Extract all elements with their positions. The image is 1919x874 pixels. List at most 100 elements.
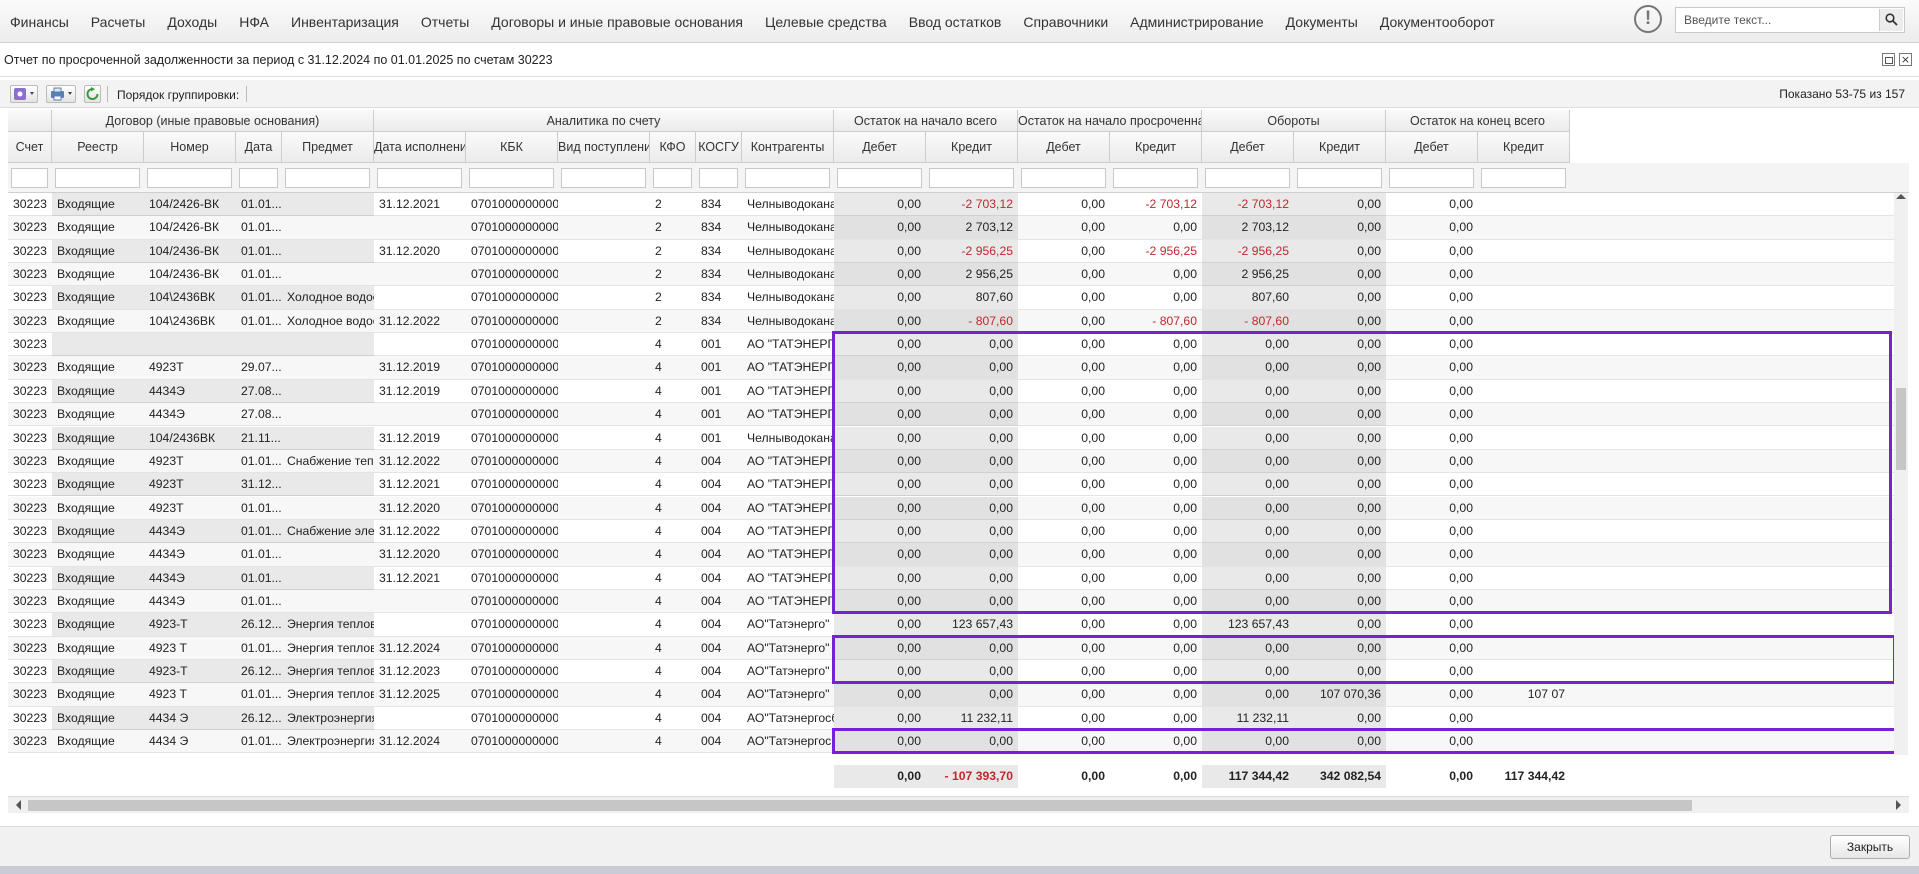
column-filter-input[interactable] xyxy=(1389,168,1474,188)
table-cell xyxy=(374,403,466,426)
column-filter-input[interactable] xyxy=(55,168,140,188)
table-cell: 0,00 xyxy=(1173,617,1197,632)
table-cell: 30223 xyxy=(13,640,47,655)
column-filter-input[interactable] xyxy=(561,168,646,188)
close-button[interactable]: Закрыть xyxy=(1830,835,1910,859)
table-row[interactable]: 30223 Входящие 4434 Э 01.01... Электроэнерги… xyxy=(8,730,1894,754)
print-menu-button[interactable] xyxy=(46,85,76,103)
column-group-header: Обороты xyxy=(1202,110,1386,132)
table-row[interactable]: 30223 Входящие 104/2436ВК 21.11... 31.12.201… xyxy=(8,426,1894,450)
table-cell: 104/2436-ВК xyxy=(144,239,236,263)
horizontal-scrollbar[interactable] xyxy=(8,796,1909,813)
table-row[interactable]: 30223 Входящие 4923Т 01.01... 31.12.2020 0701… xyxy=(8,496,1894,520)
table-row[interactable]: 30223 Входящие 4923Т 29.07... 31.12.2019 0701… xyxy=(8,356,1894,380)
column-filter-input[interactable] xyxy=(1297,168,1382,188)
menu-item[interactable]: Целевые средства xyxy=(765,14,887,30)
vertical-scrollbar[interactable] xyxy=(1894,193,1908,755)
column-filter-input[interactable] xyxy=(653,168,692,188)
column-filter-input[interactable] xyxy=(11,168,48,188)
table-cell: 104\2436ВК xyxy=(144,286,236,310)
menu-item[interactable]: Инвентаризация xyxy=(291,14,399,30)
table-row[interactable]: 302230701000000000...4001АО "ТАТЭНЕРГО"0… xyxy=(8,333,1894,357)
menu-item[interactable]: Документооборот xyxy=(1380,14,1495,30)
table-row[interactable]: 30223 Входящие 4434Э 01.01... 31.12.2021 0701… xyxy=(8,566,1894,590)
table-cell: 01.01... xyxy=(236,193,282,216)
restore-window-button[interactable] xyxy=(1882,53,1895,66)
table-cell xyxy=(558,497,650,520)
column-filter-input[interactable] xyxy=(745,168,830,188)
table-row[interactable]: 30223 Входящие 4434Э 01.01... 31.12.2020 0701… xyxy=(8,543,1894,567)
table-row[interactable]: 30223 Входящие 104/2426-ВК 01.01... 07010000… xyxy=(8,216,1894,240)
column-filter-input[interactable] xyxy=(469,168,554,188)
column-filter-input[interactable] xyxy=(1481,168,1566,188)
table-cell xyxy=(374,263,466,286)
table-row[interactable]: 30223 Входящие 4923Т 31.12... 31.12.2021 0701… xyxy=(8,473,1894,497)
table-row[interactable]: 30223 Входящие 4923-Т 26.12... Энергия тепло… xyxy=(8,660,1894,684)
table-cell: 004 xyxy=(701,640,722,655)
search-button[interactable] xyxy=(1879,9,1903,31)
table-row[interactable]: 30223 Входящие 4923Т 01.01... Снабжение теп.… xyxy=(8,449,1894,474)
table-cell: 4 xyxy=(655,617,662,632)
table-row[interactable]: 30223 Входящие 104/2436-ВК 01.01... 07010000… xyxy=(8,263,1894,287)
table-row[interactable]: 30223 Входящие4434Э01.01...Снабжение эле.… xyxy=(8,519,1894,544)
table-cell: 4 xyxy=(655,430,662,445)
refresh-button[interactable] xyxy=(84,85,101,103)
table-row[interactable]: 30223 Входящие 104\2436ВК 01.01... Холодное … xyxy=(8,309,1894,334)
table-cell: Входящие xyxy=(57,640,115,655)
table-cell: Входящие xyxy=(52,706,144,730)
grid-body[interactable]: 30223 Входящие 104/2426-ВК 01.01... 31.12.20… xyxy=(8,193,1894,755)
table-cell: 0,00 xyxy=(1081,337,1105,352)
table-cell: 30223 xyxy=(13,687,47,702)
close-window-button[interactable]: × xyxy=(1899,53,1912,66)
table-cell: -2 703,12 xyxy=(1202,193,1294,216)
menu-item[interactable]: Документы xyxy=(1286,14,1358,30)
table-cell: 0,00 xyxy=(926,449,1018,473)
table-cell: 0,00 xyxy=(926,333,1018,357)
table-cell: 0,00 xyxy=(1173,477,1197,492)
column-filter-input[interactable] xyxy=(837,168,922,188)
column-filter-input[interactable] xyxy=(147,168,232,188)
menu-item[interactable]: Расчеты xyxy=(91,14,146,30)
table-cell: 004 xyxy=(701,710,722,725)
table-cell: Снабжение теп... xyxy=(287,453,374,468)
menu-item[interactable]: Отчеты xyxy=(421,14,469,30)
table-row[interactable]: 30223 Входящие 104\2436ВК 01.01... Холодное … xyxy=(8,286,1894,310)
vertical-scroll-thumb[interactable] xyxy=(1896,388,1906,470)
menu-item[interactable]: Ввод остатков xyxy=(909,14,1002,30)
table-cell: 0,00 xyxy=(926,730,1018,754)
column-filter-input[interactable] xyxy=(239,168,278,188)
table-cell: 0,00 xyxy=(926,683,1018,707)
search-input[interactable] xyxy=(1676,8,1876,32)
menu-item[interactable]: Договоры и иные правовые основания xyxy=(491,14,743,30)
menu-item[interactable]: Справочники xyxy=(1023,14,1108,30)
table-cell: 4923Т xyxy=(149,360,184,375)
table-cell: 2 xyxy=(655,220,662,235)
column-filter-input[interactable] xyxy=(1113,168,1198,188)
table-cell: 0,00 xyxy=(834,683,926,707)
column-filter-input[interactable] xyxy=(699,168,738,188)
column-filter-input[interactable] xyxy=(1205,168,1290,188)
settings-menu-button[interactable] xyxy=(10,85,38,103)
taskbar xyxy=(0,866,1919,874)
horizontal-scroll-thumb[interactable] xyxy=(28,800,1692,811)
table-row[interactable]: 30223 Входящие 4923-Т 26.12... Энергия тепло… xyxy=(8,613,1894,637)
column-filter-input[interactable] xyxy=(285,168,370,188)
table-row[interactable]: 30223 Входящие 4434Э 27.08... 0701000000000.… xyxy=(8,403,1894,427)
table-row[interactable]: 30223 Входящие 4923 Т 01.01... Энергия тепло… xyxy=(8,636,1894,660)
table-row[interactable]: 30223 Входящие 4434 Э 26.12... Электроэнерги… xyxy=(8,706,1894,730)
table-cell xyxy=(1478,497,1570,520)
alert-icon[interactable]: ! xyxy=(1634,5,1662,33)
table-row[interactable]: 30223 Входящие 104/2426-ВК 01.01... 31.12.20… xyxy=(8,193,1894,217)
table-row[interactable]: 30223 Входящие 4434Э 27.08... 31.12.2019 0701… xyxy=(8,379,1894,404)
table-row[interactable]: 30223 Входящие 104/2436-ВК 01.01... 31.12.20… xyxy=(8,239,1894,263)
table-cell: 0,00 xyxy=(834,730,926,754)
table-row[interactable]: 30223 Входящие 4923 Т 01.01... Энергия тепло… xyxy=(8,683,1894,707)
menu-item[interactable]: НФА xyxy=(239,14,269,30)
table-row[interactable]: 30223 Входящие 4434Э 01.01... 0701000000000.… xyxy=(8,589,1894,614)
menu-item[interactable]: Администрирование xyxy=(1130,14,1264,30)
menu-item[interactable]: Доходы xyxy=(167,14,217,30)
column-filter-input[interactable] xyxy=(377,168,462,188)
menu-item[interactable]: Финансы xyxy=(10,14,69,30)
column-filter-input[interactable] xyxy=(1021,168,1106,188)
column-filter-input[interactable] xyxy=(929,168,1014,188)
